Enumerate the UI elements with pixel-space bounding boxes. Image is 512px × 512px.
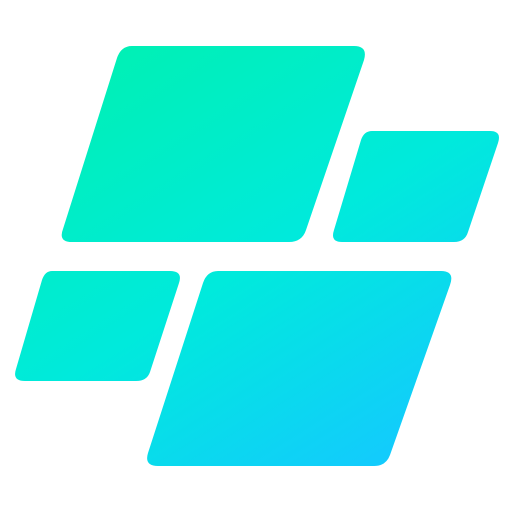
small-bottom-left-tile (15, 271, 180, 381)
small-top-right-tile (333, 131, 499, 242)
large-bottom-right-tile (147, 271, 452, 466)
four-slanted-tiles-logo-icon (15, 46, 499, 466)
logo-canvas (0, 0, 512, 512)
large-top-left-tile (61, 46, 365, 242)
